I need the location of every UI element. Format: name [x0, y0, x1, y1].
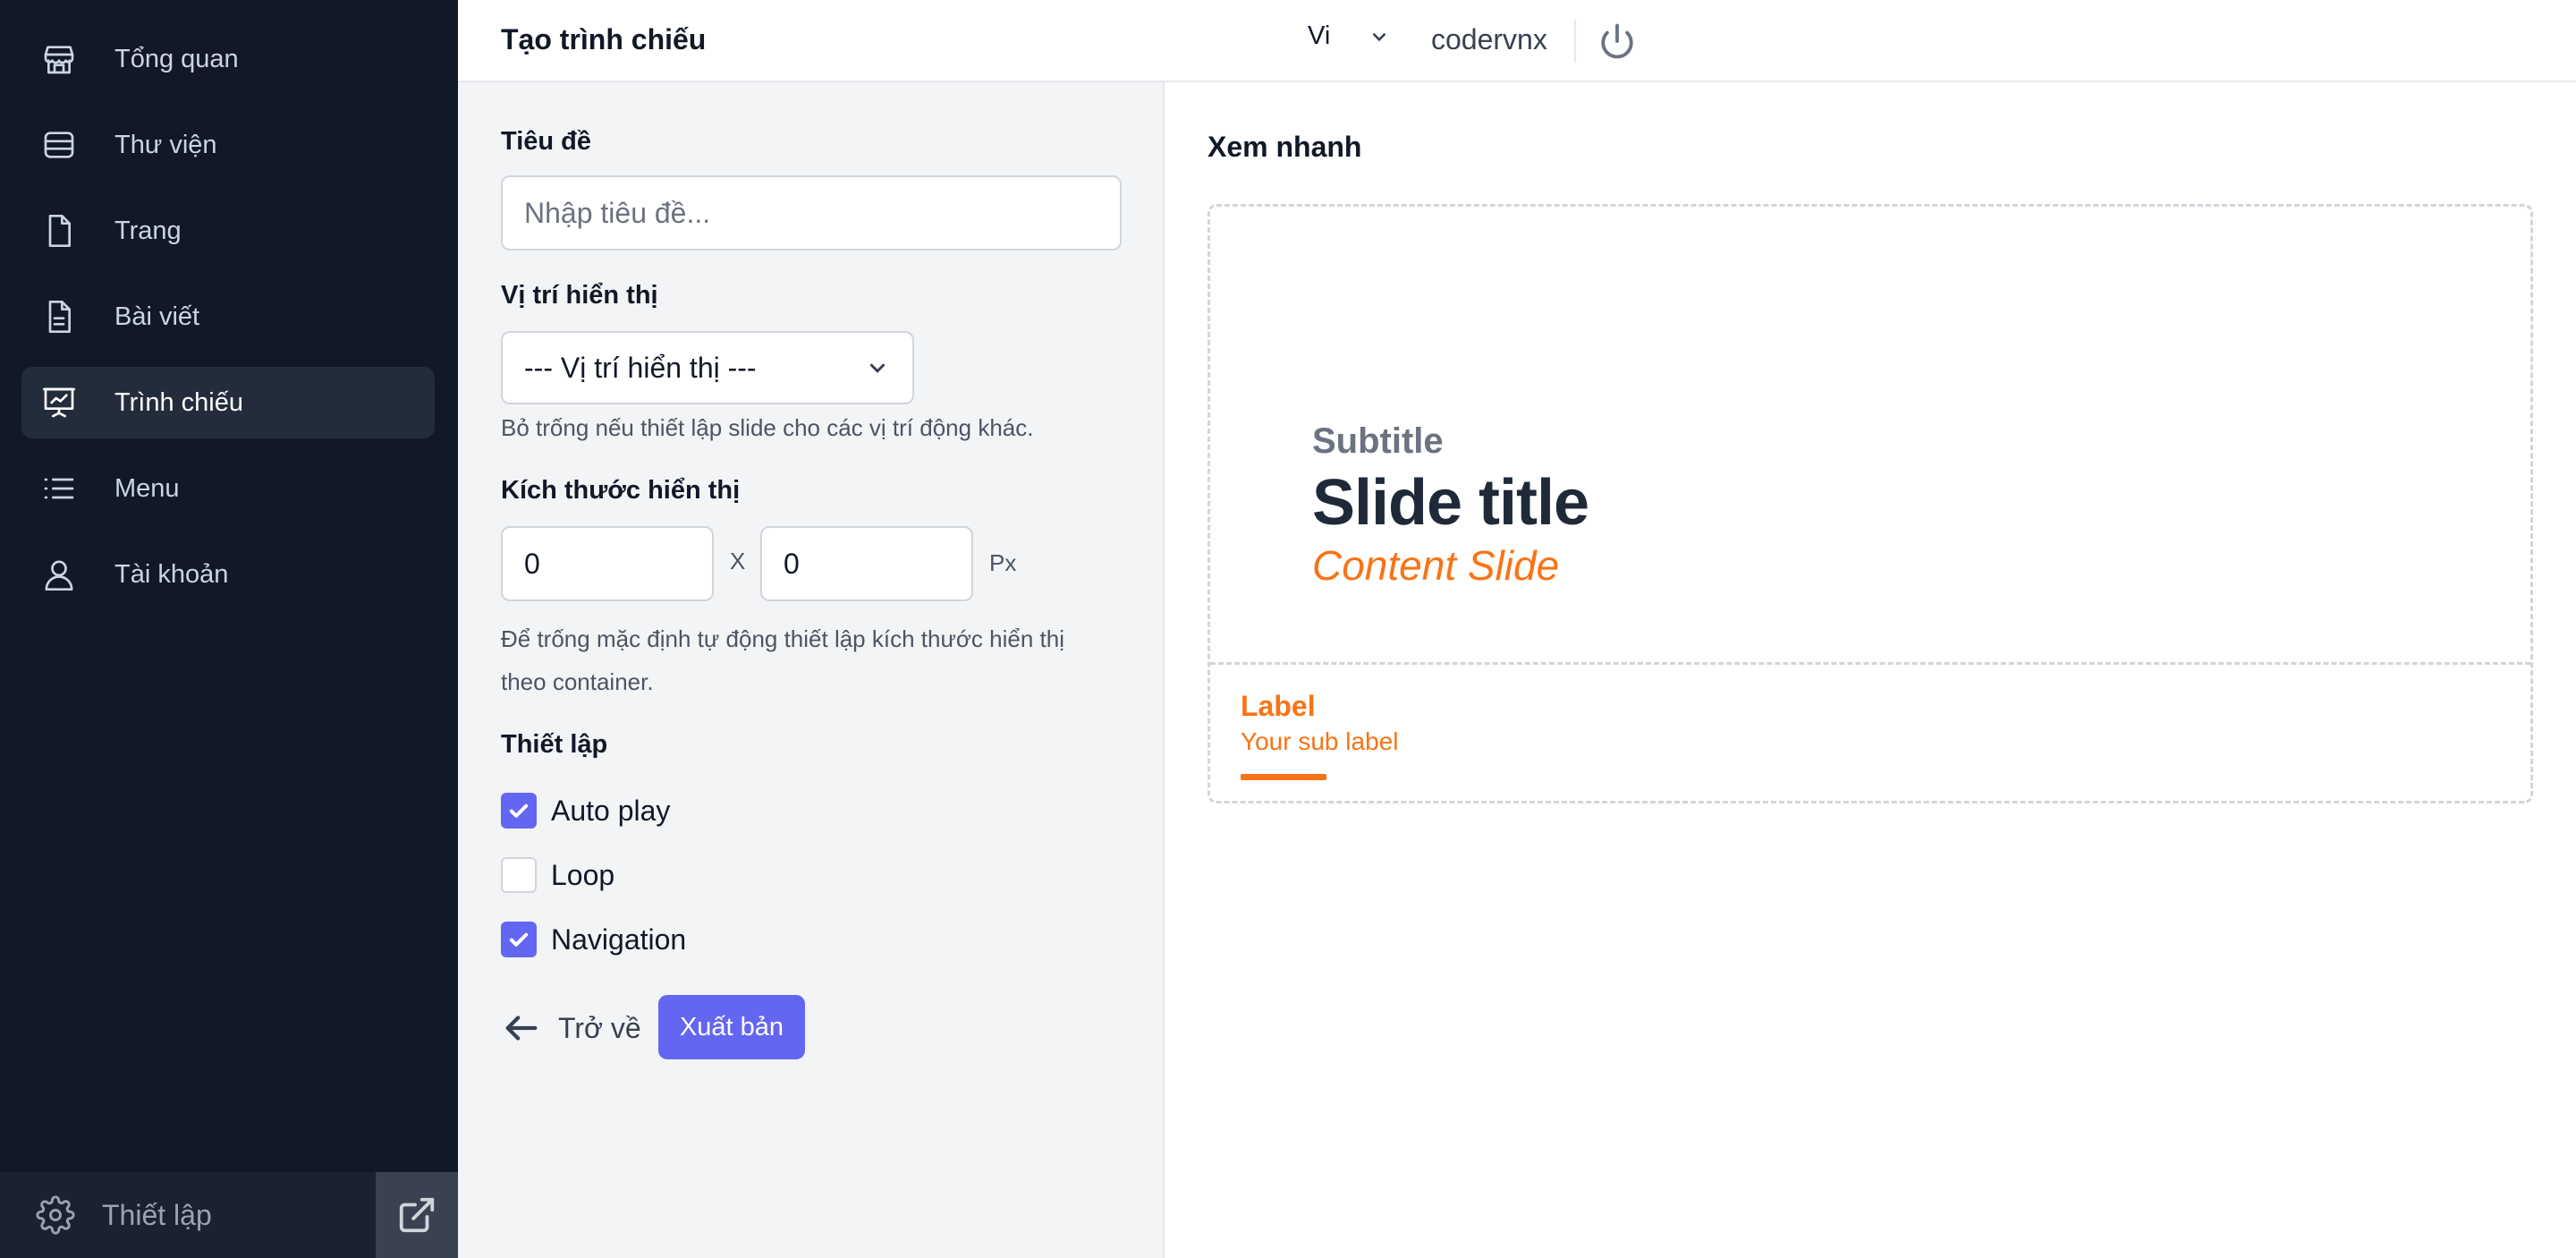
top-header: Tạo trình chiếu Vi codervnx [458, 0, 2576, 82]
sidebar-item-slideshow[interactable]: Trình chiếu [21, 367, 435, 438]
size-unit: Px [989, 549, 1017, 576]
slide-preview: Subtitle Slide title Content Slide Label… [1208, 204, 2533, 803]
file-text-icon [39, 297, 79, 336]
loop-checkbox[interactable] [501, 857, 537, 893]
preview-title: Xem nhanh [1208, 131, 1362, 163]
slide-sub-label: Your sub label [1241, 727, 1399, 755]
size-help-text: Để trống mặc định tự động thiết lập kích… [501, 617, 1064, 703]
position-label: Vị trí hiển thị [501, 281, 658, 310]
position-help-text: Bỏ trống nếu thiết lập slide cho các vị … [501, 414, 1034, 441]
sidebar-item-menu[interactable]: Menu [21, 453, 435, 524]
sidebar-item-label: Thư viện [114, 130, 217, 159]
slide-area: Subtitle Slide title Content Slide [1210, 207, 2530, 665]
size-help-line-2: theo container. [501, 668, 654, 695]
width-input[interactable] [501, 526, 714, 601]
logout-button[interactable] [1596, 20, 1639, 63]
sidebar-item-label: Bài viết [114, 302, 200, 331]
autoplay-checkbox[interactable] [501, 793, 537, 829]
list-icon [39, 469, 79, 508]
sidebar-nav: Tổng quan Thư viện Trang Bài viết Trình … [21, 23, 435, 625]
loop-option[interactable]: Loop [501, 857, 614, 893]
sidebar-item-label: Trình chiếu [114, 387, 243, 417]
language-select[interactable]: Vi [1308, 21, 1391, 51]
power-icon [1601, 23, 1633, 59]
slide-subtitle: Subtitle [1312, 421, 1444, 461]
navigation-option[interactable]: Navigation [501, 922, 686, 957]
file-icon [39, 211, 79, 251]
sidebar-item-posts[interactable]: Bài viết [21, 281, 435, 353]
navigation-checkbox[interactable] [501, 922, 537, 957]
page-title: Tạo trình chiếu [501, 23, 707, 55]
sidebar-footer: Thiết lập [0, 1172, 458, 1258]
sidebar-item-label: Tổng quan [114, 44, 239, 73]
back-button[interactable]: Trở về [501, 1007, 641, 1049]
settings-section-label: Thiết lập [501, 730, 608, 759]
size-separator: X [730, 548, 746, 574]
user-icon [39, 555, 79, 594]
position-select[interactable]: --- Vị trí hiển thị --- [501, 331, 914, 404]
check-icon [509, 803, 529, 818]
chevron-down-icon [869, 363, 886, 373]
open-site-button[interactable] [376, 1172, 458, 1258]
slide-content: Content Slide [1312, 542, 1560, 589]
sidebar-item-pages[interactable]: Trang [21, 195, 435, 267]
presentation-icon [39, 383, 79, 422]
check-icon [509, 932, 529, 947]
sidebar-item-label: Trang [114, 216, 182, 245]
size-label: Kích thước hiển thị [501, 476, 741, 505]
chevron-down-icon [1372, 32, 1386, 41]
sidebar-item-label: Tài khoản [114, 559, 229, 589]
sidebar-item-label: Menu [114, 473, 180, 503]
position-selected-value: --- Vị trí hiển thị --- [524, 351, 757, 384]
settings-label: Thiết lập [102, 1198, 212, 1231]
back-label: Trở về [558, 1011, 641, 1044]
sidebar-item-library[interactable]: Thư viện [21, 109, 435, 181]
height-input[interactable] [760, 526, 973, 601]
sidebar-item-account[interactable]: Tài khoản [21, 539, 435, 610]
slide-title: Slide title [1312, 467, 1589, 539]
form-panel: Tiêu đề Vị trí hiển thị --- Vị trí hiển … [458, 82, 1165, 1258]
username[interactable]: codervnx [1431, 23, 1547, 56]
database-icon [39, 125, 79, 165]
navigation-label: Navigation [551, 922, 687, 956]
autoplay-label: Auto play [551, 794, 671, 827]
sidebar: Tổng quan Thư viện Trang Bài viết Trình … [0, 0, 458, 1258]
title-input[interactable] [501, 175, 1122, 251]
publish-button[interactable]: Xuất bản [658, 995, 805, 1059]
preview-panel: Xem nhanh Subtitle Slide title Content S… [1165, 82, 2576, 1258]
language-value: Vi [1308, 21, 1331, 50]
arrow-left-icon [505, 1016, 538, 1041]
autoplay-option[interactable]: Auto play [501, 793, 670, 829]
external-link-icon [399, 1197, 435, 1233]
store-icon [39, 39, 79, 79]
loop-label: Loop [551, 858, 615, 891]
size-help-line-1: Để trống mặc định tự động thiết lập kích… [501, 625, 1064, 652]
slide-label: Label [1241, 690, 1316, 722]
title-label: Tiêu đề [501, 127, 591, 156]
slide-indicator-bar [1241, 774, 1326, 780]
sidebar-item-overview[interactable]: Tổng quan [21, 23, 435, 95]
settings-button[interactable]: Thiết lập [0, 1172, 376, 1258]
header-divider [1574, 20, 1576, 63]
gear-icon [36, 1195, 75, 1235]
